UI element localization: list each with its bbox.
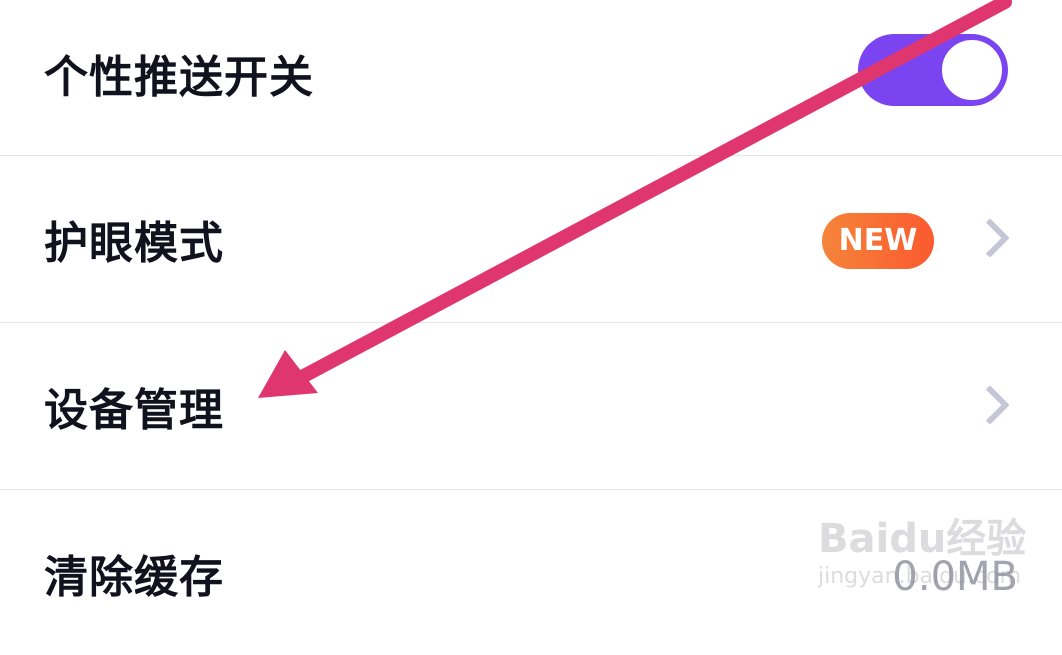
- settings-row-push-toggle[interactable]: 个性推送开关: [0, 0, 1062, 155]
- settings-row-label: 护眼模式: [44, 217, 224, 269]
- settings-row-label: 设备管理: [44, 384, 224, 436]
- toggle-knob: [940, 38, 1004, 102]
- settings-row-device-management[interactable]: 设备管理: [0, 322, 1062, 488]
- settings-row-label: 个性推送开关: [44, 51, 314, 103]
- chevron-right-icon: [970, 218, 1010, 258]
- new-badge: NEW: [822, 213, 934, 269]
- settings-row-clear-cache[interactable]: 清除缓存 0.0MB: [0, 489, 1062, 655]
- push-toggle-switch[interactable]: [858, 34, 1008, 106]
- chevron-right-icon: [970, 385, 1010, 425]
- settings-row-eye-care[interactable]: 护眼模式 NEW: [0, 155, 1062, 321]
- cache-size-value: 0.0MB: [892, 554, 1018, 600]
- settings-row-label: 清除缓存: [44, 551, 224, 603]
